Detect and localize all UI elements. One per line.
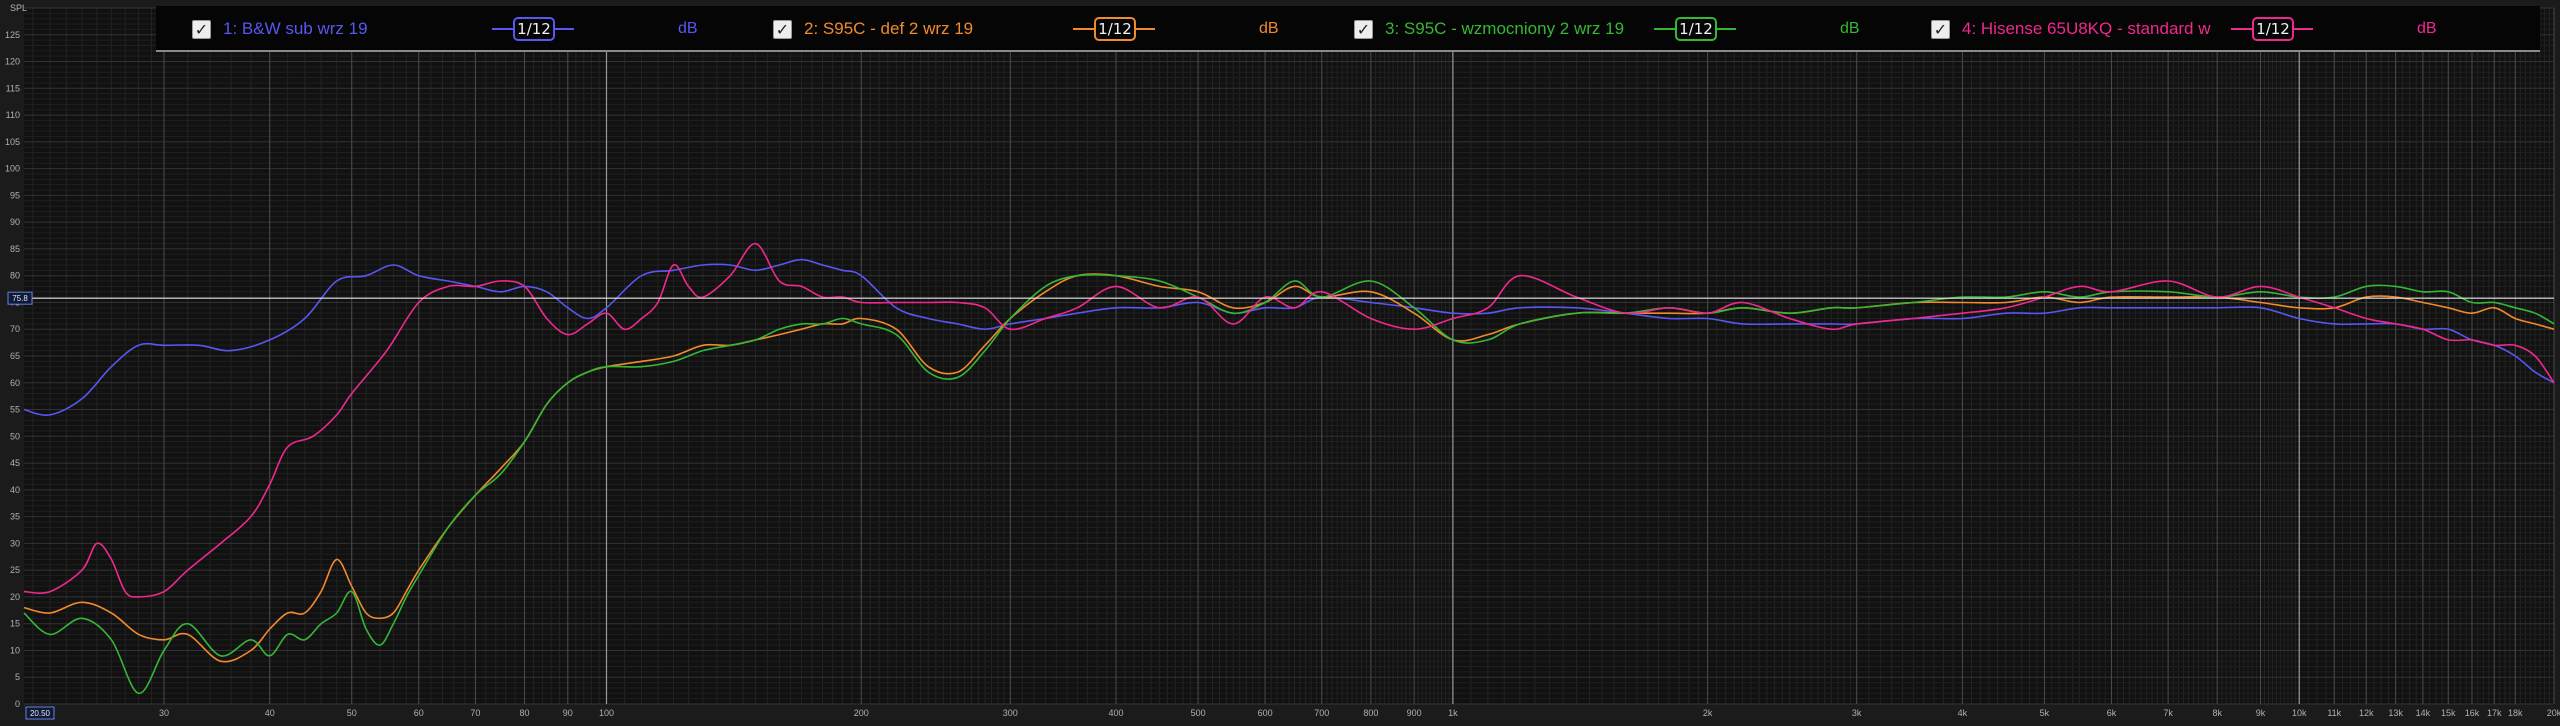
x-tick-label: 40 — [265, 708, 275, 718]
x-tick-label: 30 — [159, 708, 169, 718]
y-tick-label: 45 — [10, 458, 20, 468]
x-tick-label: 800 — [1363, 708, 1378, 718]
legend-label-4: 4: Hisense 65U8KQ - standard w — [1962, 19, 2211, 38]
legend-unit-4: dB — [2417, 20, 2437, 37]
y-tick-label: 95 — [10, 190, 20, 200]
x-tick-label: 60 — [414, 708, 424, 718]
smoothing-selector-4[interactable]: 1/12 — [2231, 17, 2313, 41]
x-tick-label: 6k — [2107, 708, 2117, 718]
x-tick-label: 80 — [519, 708, 529, 718]
x-tick-label: 15k — [2441, 708, 2456, 718]
x-tick-label: 5k — [2040, 708, 2050, 718]
checkbox-icon[interactable]: ✓ — [773, 19, 792, 39]
y-tick-label: 0 — [15, 699, 20, 709]
smoothing-value-2[interactable]: 1/12 — [1094, 17, 1136, 41]
legend-unit-1: dB — [678, 20, 698, 37]
x-tick-label: 20k — [2547, 708, 2560, 718]
y-tick-label: 5 — [15, 672, 20, 682]
y-tick-label: 125 — [5, 30, 20, 40]
y-tick-label: 70 — [10, 324, 20, 334]
x-tick-label: 16k — [2465, 708, 2480, 718]
y-tick-label: 120 — [5, 57, 20, 67]
legend-label-3: 3: S95C - wzmocniony 2 wrz 19 — [1385, 19, 1625, 38]
left-frequency-label: 20.50 — [30, 709, 51, 718]
smoothing-selector-3[interactable]: 1/12 — [1654, 17, 1736, 41]
x-tick-label: 90 — [563, 708, 573, 718]
y-tick-label: 35 — [10, 512, 20, 522]
y-axis-title: SPL — [10, 3, 28, 13]
smoothing-value-4[interactable]: 1/12 — [2252, 17, 2294, 41]
y-tick-label: 50 — [10, 431, 20, 441]
frequency-response-chart[interactable]: 0510152025303540455055606570758085909510… — [0, 0, 2560, 726]
legend-label-1: 1: B&W sub wrz 19 — [223, 19, 368, 38]
y-tick-label: 15 — [10, 619, 20, 629]
smoothing-value-3[interactable]: 1/12 — [1675, 17, 1717, 41]
y-tick-label: 110 — [6, 110, 20, 120]
x-tick-label: 18k — [2508, 708, 2523, 718]
reference-level-label: 75.8 — [12, 294, 28, 303]
x-tick-label: 3k — [1852, 708, 1862, 718]
checkbox-icon[interactable]: ✓ — [1931, 19, 1950, 39]
legend-unit-3: dB — [1840, 20, 1860, 37]
y-tick-label: 65 — [10, 351, 20, 361]
x-tick-label: 900 — [1407, 708, 1422, 718]
legend-entry-1[interactable]: ✓ 1: B&W sub wrz 19 1/12 dB — [192, 6, 698, 52]
smoothing-selector-1[interactable]: 1/12 — [492, 17, 574, 41]
legend-bar: ✓ 1: B&W sub wrz 19 1/12 dB ✓ 2: S95C - … — [156, 6, 2540, 52]
legend-entry-4[interactable]: ✓ 4: Hisense 65U8KQ - standard w 1/12 dB — [1931, 6, 2437, 52]
legend-label-2: 2: S95C - def 2 wrz 19 — [804, 19, 974, 38]
y-tick-label: 55 — [10, 405, 20, 415]
x-tick-label: 1k — [1448, 708, 1458, 718]
y-tick-label: 105 — [5, 137, 20, 147]
x-tick-label: 4k — [1958, 708, 1968, 718]
x-tick-label: 200 — [854, 708, 869, 718]
x-tick-label: 7k — [2163, 708, 2173, 718]
x-tick-label: 11k — [2327, 708, 2341, 718]
y-tick-label: 90 — [10, 217, 20, 227]
smoothing-value-1[interactable]: 1/12 — [513, 17, 555, 41]
x-tick-label: 14k — [2416, 708, 2431, 718]
legend-entry-3[interactable]: ✓ 3: S95C - wzmocniony 2 wrz 19 1/12 dB — [1354, 6, 1860, 52]
x-tick-label: 100 — [599, 708, 614, 718]
x-tick-label: 400 — [1109, 708, 1124, 718]
y-tick-label: 100 — [5, 164, 20, 174]
x-tick-label: 600 — [1258, 708, 1273, 718]
checkbox-icon[interactable]: ✓ — [1354, 19, 1373, 39]
y-tick-label: 30 — [10, 538, 20, 548]
y-tick-label: 60 — [10, 378, 20, 388]
x-tick-label: 300 — [1003, 708, 1018, 718]
x-tick-label: 12k — [2359, 708, 2374, 718]
x-tick-label: 50 — [347, 708, 357, 718]
x-tick-label: 70 — [470, 708, 480, 718]
x-tick-label: 700 — [1314, 708, 1329, 718]
y-tick-label: 85 — [10, 244, 20, 254]
legend-unit-2: dB — [1259, 20, 1279, 37]
y-tick-label: 10 — [10, 645, 20, 655]
x-tick-label: 13k — [2388, 708, 2403, 718]
y-tick-label: 20 — [10, 592, 20, 602]
x-tick-label: 8k — [2212, 708, 2222, 718]
y-tick-label: 80 — [10, 271, 20, 281]
smoothing-selector-2[interactable]: 1/12 — [1073, 17, 1155, 41]
x-tick-label: 17k — [2487, 708, 2502, 718]
y-tick-label: 25 — [10, 565, 20, 575]
x-tick-label: 10k — [2292, 708, 2307, 718]
legend-entry-2[interactable]: ✓ 2: S95C - def 2 wrz 19 1/12 dB — [773, 6, 1279, 52]
x-tick-label: 9k — [2256, 708, 2266, 718]
x-tick-label: 2k — [1703, 708, 1713, 718]
checkbox-icon[interactable]: ✓ — [192, 19, 211, 39]
y-tick-label: 115 — [6, 83, 20, 93]
x-tick-label: 500 — [1191, 708, 1206, 718]
y-tick-label: 40 — [10, 485, 20, 495]
